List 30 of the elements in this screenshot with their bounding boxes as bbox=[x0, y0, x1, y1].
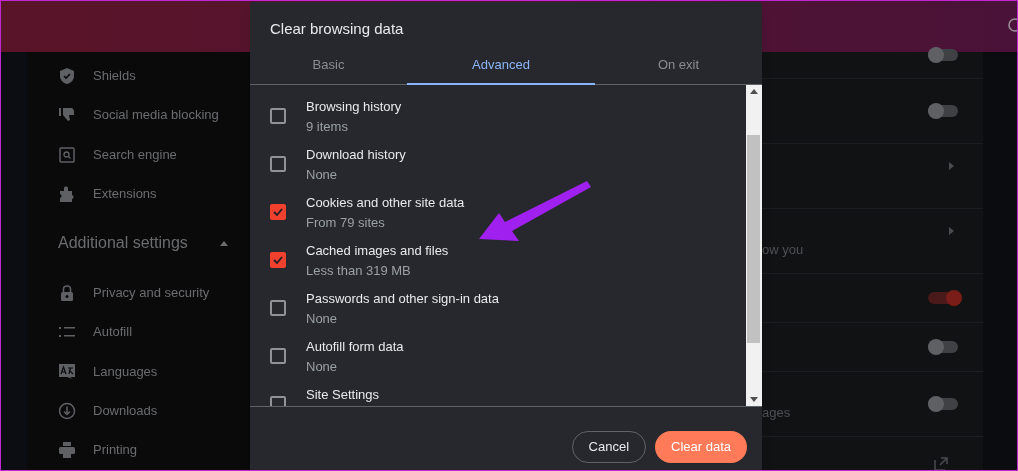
option-detail: None bbox=[306, 358, 339, 376]
dialog-title: Clear browsing data bbox=[269, 19, 405, 39]
option-label: Site Settings bbox=[306, 386, 379, 404]
option-detail: None bbox=[306, 310, 339, 328]
option-label: Cookies and other site data bbox=[306, 194, 465, 212]
sidebar-item[interactable]: Shields bbox=[93, 65, 136, 86]
setting-description: ow you bbox=[762, 240, 804, 259]
option-label: Autofill form data bbox=[306, 338, 404, 356]
tab[interactable]: On exit bbox=[595, 45, 762, 85]
setting-description: ages bbox=[762, 403, 791, 422]
option-detail: Less than 319 MB bbox=[306, 262, 412, 280]
option-label: Browsing history bbox=[306, 98, 402, 116]
sidebar-item[interactable]: Languages bbox=[93, 361, 158, 382]
tab[interactable]: Basic bbox=[250, 45, 407, 85]
sidebar-item[interactable]: Extensions bbox=[93, 184, 157, 204]
option-label: Download history bbox=[306, 146, 406, 164]
option-detail: None bbox=[306, 166, 339, 184]
clear-data-button[interactable]: Clear data bbox=[655, 431, 747, 463]
option-detail: From 79 sites bbox=[306, 214, 386, 232]
option-label: Passwords and other sign-in data bbox=[306, 290, 499, 308]
option-label: Cached images and files bbox=[306, 242, 449, 260]
tab[interactable]: Advanced bbox=[407, 45, 595, 85]
sidebar-item[interactable]: Downloads bbox=[93, 401, 158, 421]
sidebar-item[interactable]: Privacy and security bbox=[93, 282, 210, 303]
option-detail: 9 items bbox=[306, 118, 349, 136]
sidebar-item[interactable]: Autofill bbox=[93, 322, 133, 342]
section-heading[interactable]: Additional settings bbox=[58, 231, 188, 256]
sidebar-item[interactable]: Social media blocking bbox=[93, 105, 219, 125]
sidebar-item[interactable]: Printing bbox=[93, 440, 138, 460]
sidebar-item[interactable]: Search engine bbox=[93, 144, 177, 165]
